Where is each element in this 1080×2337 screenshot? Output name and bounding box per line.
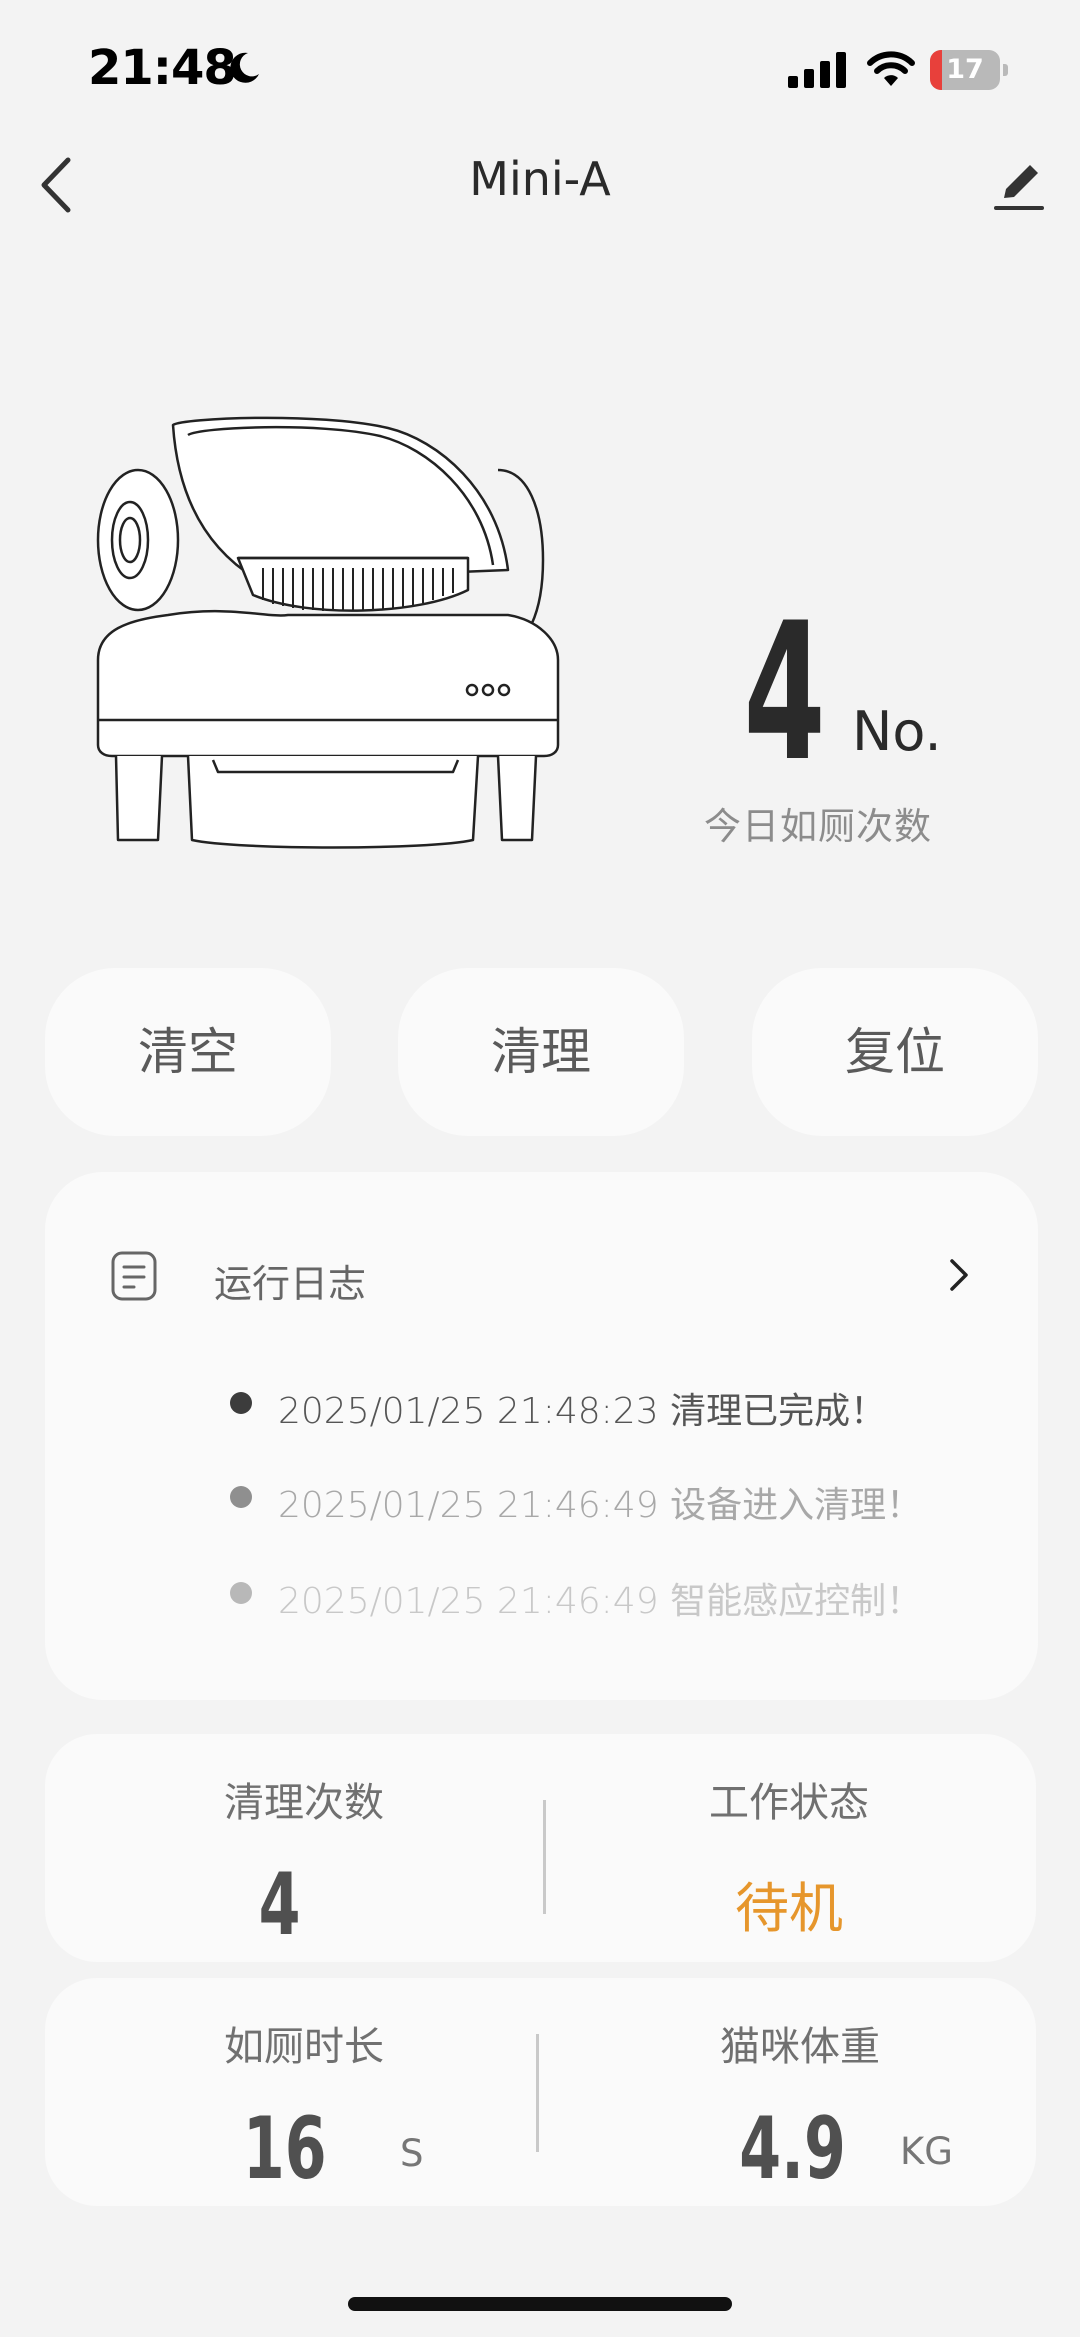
clean-button[interactable]: 清理 [398,968,684,1136]
edit-icon[interactable] [992,156,1048,212]
today-count-value: 4 [744,598,826,768]
toilet-duration-label: 如厕时长 [224,2024,384,2070]
cat-weight-unit: KG [900,2130,953,2173]
battery-indicator: 17 [930,50,1010,90]
chevron-right-icon[interactable] [944,1255,974,1295]
toilet-duration-unit: S [400,2132,424,2175]
stats-card-bottom [45,1978,1036,2206]
litter-box-illustration [96,416,560,849]
clean-count-value: 4 [259,1860,301,1940]
divider [536,2034,539,2152]
log-title: 运行日志 [214,1262,367,1306]
log-entry-dot [230,1486,252,1508]
work-status-value: 待机 [735,1877,843,1940]
svg-text:16: 16 [243,2104,327,2184]
cellular-signal-icon [788,52,846,88]
cat-weight-value: 4.9 [739,2104,846,2184]
svg-text:4.9: 4.9 [739,2104,846,2184]
log-entry: 2025/01/25 21:48:23 清理已完成！ [278,1391,887,1432]
today-count-unit: No. [852,700,942,763]
log-entry: 2025/01/25 21:46:49 智能感应控制！ [278,1581,923,1622]
log-entry: 2025/01/25 21:46:49 设备进入清理！ [278,1485,923,1526]
svg-text:4: 4 [259,1860,301,1940]
reset-button[interactable]: 复位 [752,968,1038,1136]
moon-icon [230,52,259,83]
svg-text:4: 4 [744,598,826,768]
toilet-duration-value: 16 [243,2104,327,2184]
empty-button[interactable]: 清空 [45,968,331,1136]
log-entry-dot [230,1392,252,1414]
today-count-label: 今日如厕次数 [704,805,932,848]
page-title: Mini-A [469,152,611,206]
clean-count-label: 清理次数 [224,1780,384,1826]
wifi-icon [867,51,915,86]
cat-weight-label: 猫咪体重 [720,2024,880,2070]
back-button[interactable] [36,150,76,220]
document-icon [111,1251,157,1301]
status-time: 21:48 [88,40,237,96]
battery-level: 17 [946,54,984,85]
work-status-label: 工作状态 [709,1780,869,1826]
home-indicator[interactable] [348,2297,732,2311]
divider [543,1800,546,1914]
log-entry-dot [230,1582,252,1604]
